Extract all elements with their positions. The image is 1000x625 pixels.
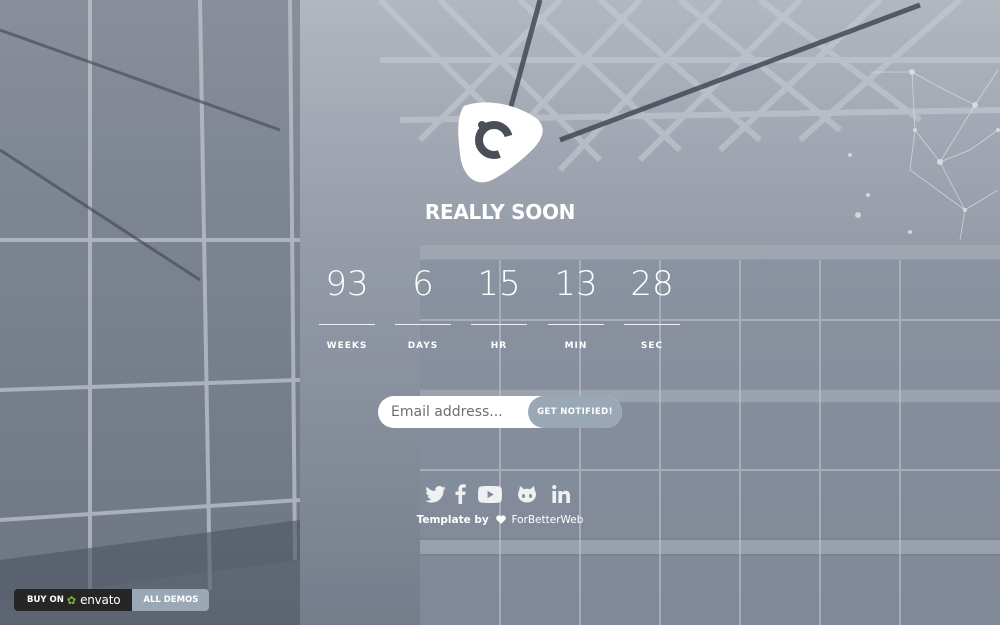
divider bbox=[624, 324, 680, 325]
countdown-label: MIN bbox=[564, 341, 588, 351]
get-notified-button[interactable]: GET NOTIFIED! bbox=[528, 396, 622, 428]
countdown-value: 6 bbox=[412, 264, 434, 304]
countdown-weeks: 93 WEEKS bbox=[316, 262, 378, 351]
heart-icon bbox=[496, 515, 506, 524]
buy-prefix: BUY ON bbox=[27, 595, 64, 605]
countdown-days: 6 DAYS bbox=[392, 262, 454, 351]
logo-icon bbox=[458, 102, 543, 183]
linkedin-icon[interactable] bbox=[550, 483, 572, 505]
author-link[interactable]: ForBetterWeb bbox=[511, 514, 583, 526]
countdown-value: 93 bbox=[325, 264, 369, 304]
page-title: REALLY SOON bbox=[424, 200, 576, 224]
countdown-hours: 15 HR bbox=[468, 262, 530, 351]
youtube-icon[interactable] bbox=[478, 483, 502, 505]
envato-brand: envato bbox=[80, 593, 121, 607]
template-credit: Template by ForBetterWeb bbox=[0, 514, 1000, 526]
countdown-value: 13 bbox=[554, 264, 598, 304]
countdown-value: 28 bbox=[630, 264, 674, 304]
countdown-seconds: 28 SEC bbox=[621, 262, 683, 351]
divider bbox=[319, 324, 375, 325]
divider bbox=[548, 324, 604, 325]
facebook-icon[interactable] bbox=[453, 483, 467, 505]
github-icon[interactable] bbox=[516, 483, 538, 505]
social-links bbox=[424, 483, 576, 505]
envato-leaf-icon: ✿ bbox=[66, 593, 77, 607]
countdown-label: HR bbox=[490, 341, 508, 351]
countdown-minutes: 13 MIN bbox=[545, 262, 607, 351]
divider bbox=[395, 324, 451, 325]
credit-prefix: Template by bbox=[416, 514, 489, 526]
all-demos-button[interactable]: ALL DEMOS bbox=[132, 589, 210, 611]
buy-on-envato-button[interactable]: BUY ON ✿ envato bbox=[14, 589, 133, 611]
countdown-label: DAYS bbox=[407, 341, 439, 351]
divider bbox=[471, 324, 527, 325]
countdown-value: 15 bbox=[477, 264, 521, 304]
countdown-label: WEEKS bbox=[326, 341, 368, 351]
twitter-icon[interactable] bbox=[424, 483, 446, 505]
signup-form: GET NOTIFIED! bbox=[378, 396, 622, 428]
countdown-label: SEC bbox=[640, 341, 664, 351]
envato-bar: BUY ON ✿ envato ALL DEMOS bbox=[14, 589, 210, 611]
